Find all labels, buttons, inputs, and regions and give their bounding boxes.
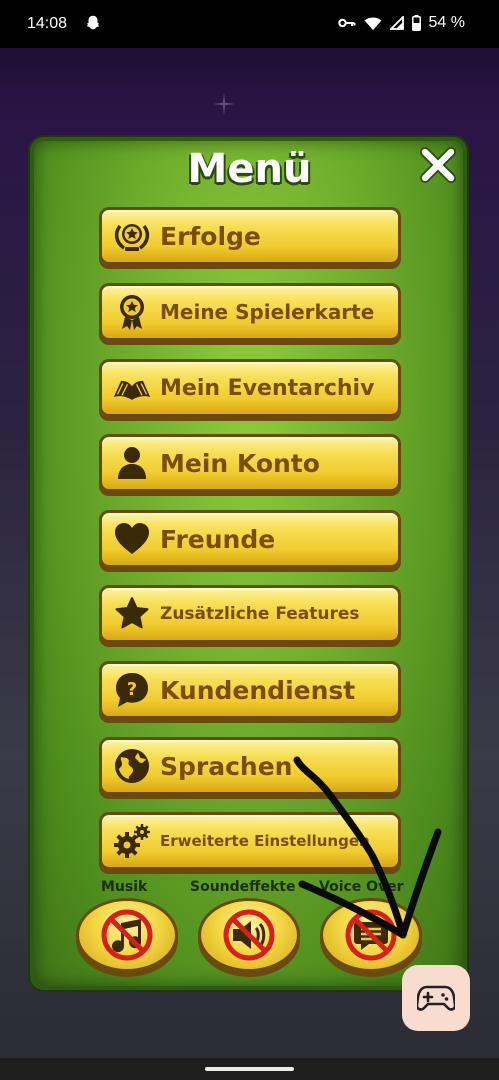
menu-item-konto[interactable]: Mein Konto: [99, 434, 401, 492]
status-time: 14:08: [27, 15, 68, 32]
menu-item-kundendienst[interactable]: ? Kundendienst: [99, 661, 401, 719]
battery-percent: 54 %: [428, 14, 465, 31]
menu-item-freunde[interactable]: Freunde: [99, 510, 401, 568]
laurel-star-icon: [112, 216, 152, 256]
signal-icon: [389, 16, 404, 30]
soundeffects-label: Soundeffekte: [190, 879, 296, 895]
menu-item-spielerkarte[interactable]: Meine Spielerkarte: [99, 283, 401, 341]
menu-item-label: Zusätzliche Features: [160, 604, 360, 624]
music-label: Musik: [101, 879, 148, 895]
home-gesture-handle[interactable]: [205, 1067, 294, 1071]
wifi-icon: [364, 17, 382, 30]
menu-item-label: Mein Eventarchiv: [160, 375, 375, 401]
help-bubble-icon: ?: [112, 670, 152, 710]
open-book-icon: [112, 368, 152, 408]
close-icon[interactable]: [418, 145, 458, 185]
music-muted-icon: [101, 909, 153, 961]
menu-item-erweiterte-einstellungen[interactable]: Erweiterte Einstellungen: [99, 812, 401, 870]
voice-over-label: Voice Over: [319, 879, 404, 895]
battery-icon: [411, 15, 421, 31]
star-icon: [112, 594, 152, 634]
heart-icon: [112, 519, 152, 559]
menu-item-sprachen[interactable]: Sprachen: [99, 737, 401, 795]
menu-item-label: Freunde: [160, 524, 276, 554]
menu-item-label: Mein Konto: [160, 448, 320, 478]
vpn-key-icon: [337, 18, 356, 28]
speaker-muted-icon: [223, 909, 275, 961]
sparkle-decoration: [213, 93, 235, 115]
snapchat-ghost-icon: [86, 15, 100, 30]
game-controller-button[interactable]: [402, 965, 470, 1031]
globe-icon: [112, 746, 152, 786]
game-controller-icon: [417, 985, 455, 1011]
status-icons: 54 %: [337, 14, 465, 32]
voice-over-toggle-button[interactable]: [320, 898, 422, 972]
music-toggle-button[interactable]: [76, 898, 178, 972]
menu-item-label: Kundendienst: [160, 675, 356, 705]
medal-icon: [112, 292, 152, 332]
svg-text:?: ?: [127, 679, 137, 700]
menu-item-label: Meine Spielerkarte: [160, 300, 375, 324]
menu-item-label: Erfolge: [160, 221, 261, 251]
gears-icon: [112, 821, 152, 861]
status-bar: 14:08 54 %: [0, 0, 499, 48]
menu-item-label: Sprachen: [160, 751, 293, 781]
voice-over-muted-icon: [345, 909, 397, 961]
menu-item-zusaetzliche-features[interactable]: Zusätzliche Features: [99, 585, 401, 643]
soundeffects-toggle-button[interactable]: [198, 898, 300, 972]
menu-item-label: Erweiterte Einstellungen: [160, 832, 370, 850]
menu-item-erfolge[interactable]: Erfolge: [99, 207, 401, 265]
user-icon: [112, 443, 152, 483]
menu-item-eventarchiv[interactable]: Mein Eventarchiv: [99, 359, 401, 417]
